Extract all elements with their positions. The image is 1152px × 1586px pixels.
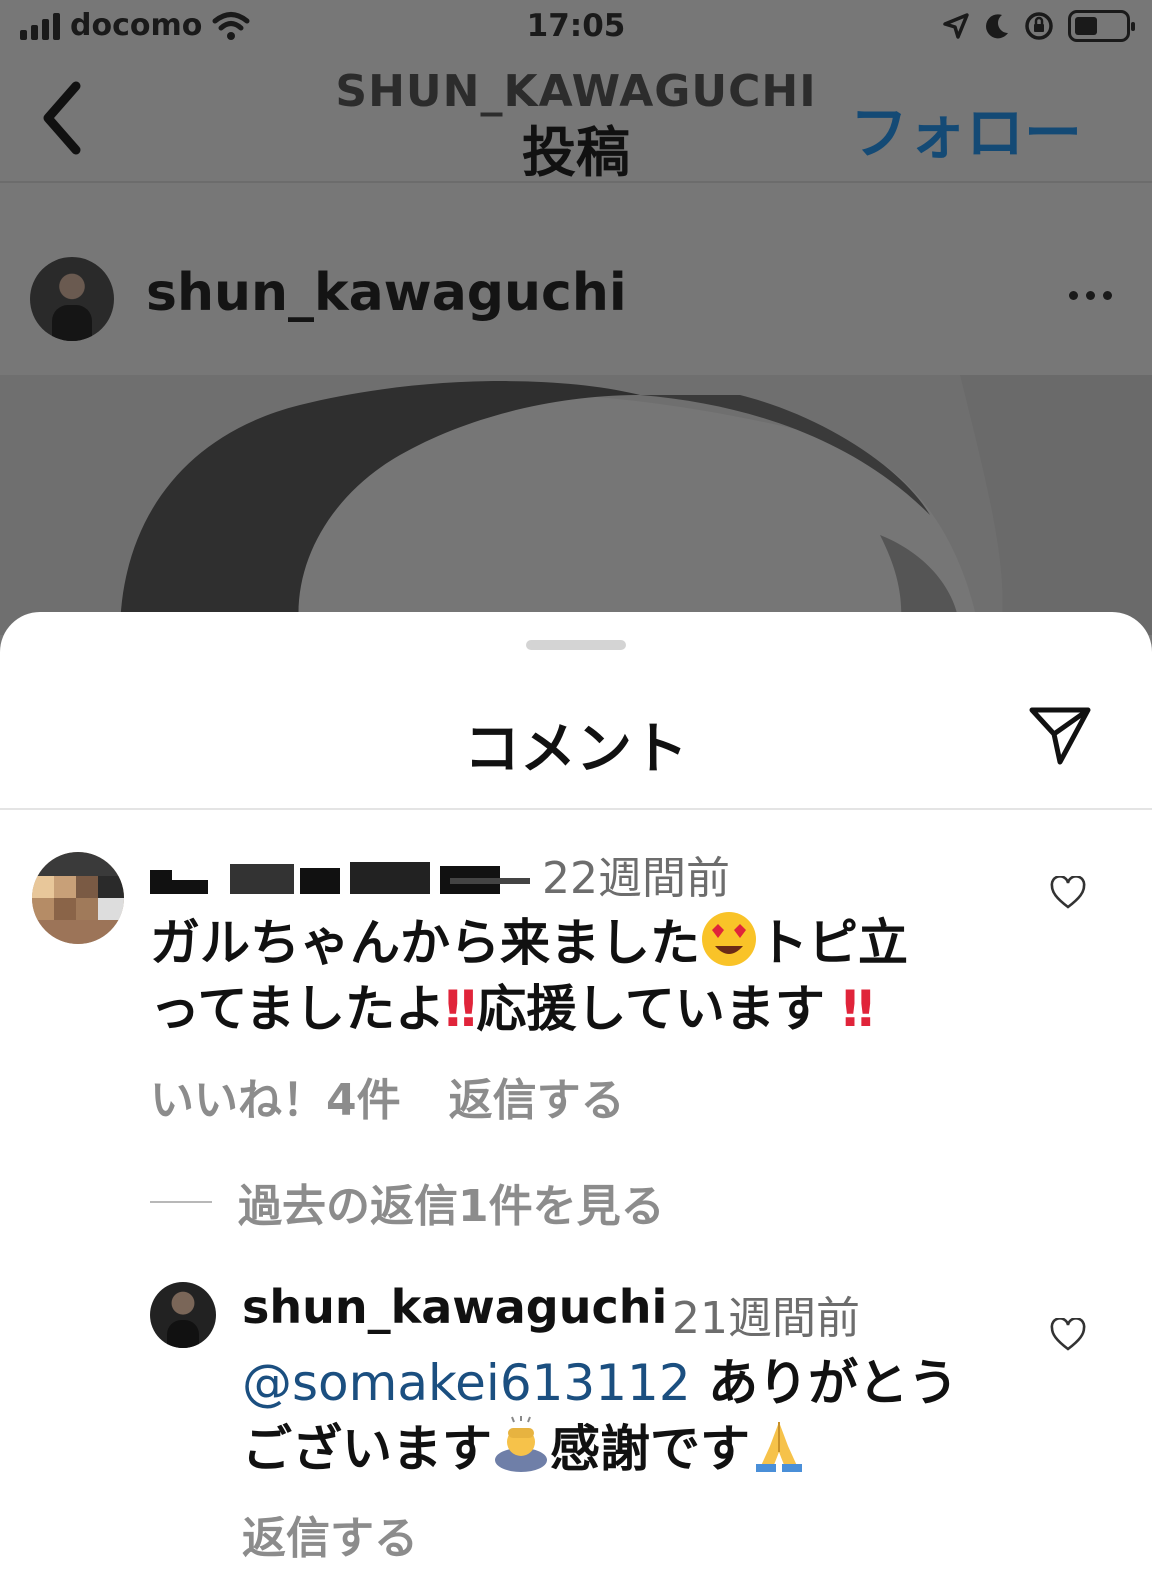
censored-username[interactable] bbox=[150, 860, 530, 900]
reply-avatar[interactable] bbox=[150, 1282, 216, 1348]
post-header: shun_kawaguchi bbox=[0, 185, 1152, 375]
follow-button[interactable]: フォロー bbox=[850, 86, 1082, 170]
double-exclamation-icon: ‼ bbox=[824, 980, 874, 1038]
post-avatar[interactable] bbox=[30, 257, 114, 341]
reply-body: @somakei613112 ありがとう ございます 感謝です bbox=[242, 1354, 959, 1478]
double-exclamation-icon: ‼ bbox=[445, 980, 477, 1038]
sheet-title: コメント bbox=[464, 717, 688, 782]
reply-username[interactable]: shun_kawaguchi bbox=[242, 1280, 667, 1334]
bowing-person-emoji-icon bbox=[495, 1416, 547, 1472]
like-heart-icon[interactable] bbox=[1050, 1318, 1086, 1352]
comment-body: ガルちゃんから来ました トピ立 ってましたよ‼応援しています ‼ bbox=[150, 910, 1010, 1042]
location-icon bbox=[943, 13, 969, 39]
sheet-grabber[interactable] bbox=[526, 640, 626, 650]
heart-eyes-emoji-icon bbox=[702, 912, 756, 966]
folded-hands-emoji-icon bbox=[756, 1422, 802, 1472]
comment-meta: いいね！4件 返信する bbox=[150, 1064, 625, 1128]
comment-likes[interactable]: いいね！4件 bbox=[150, 1064, 401, 1128]
comments-sheet: コメント 22週間前 ガルちゃんから来ました トピ立 ってましたよ‼応援しています… bbox=[0, 612, 1152, 1586]
share-icon[interactable] bbox=[1028, 706, 1092, 766]
mention-link[interactable]: @somakei613112 bbox=[242, 1354, 691, 1412]
view-replies-button[interactable]: 過去の返信1件を見る bbox=[150, 1170, 665, 1234]
post-username[interactable]: shun_kawaguchi bbox=[146, 263, 627, 323]
more-options-icon[interactable] bbox=[1069, 291, 1112, 300]
sheet-divider bbox=[0, 808, 1152, 810]
moon-icon bbox=[986, 14, 1008, 39]
reply-meta: 返信する bbox=[242, 1502, 418, 1566]
reply-button[interactable]: 返信する bbox=[449, 1064, 625, 1128]
post-photo bbox=[0, 375, 1152, 635]
like-heart-icon[interactable] bbox=[1050, 876, 1086, 910]
commenter-avatar[interactable] bbox=[32, 852, 124, 944]
status-bar: docomo 17:05 bbox=[0, 0, 1152, 58]
reply-reply-button[interactable]: 返信する bbox=[242, 1502, 418, 1566]
rotation-lock-icon bbox=[1025, 12, 1053, 40]
battery-icon bbox=[1068, 10, 1135, 42]
nav-bar: SHUN_KAWAGUCHI 投稿 フォロー bbox=[0, 58, 1152, 184]
reply-time: 21週間前 bbox=[672, 1293, 860, 1344]
comment-time: 22週間前 bbox=[542, 853, 730, 904]
